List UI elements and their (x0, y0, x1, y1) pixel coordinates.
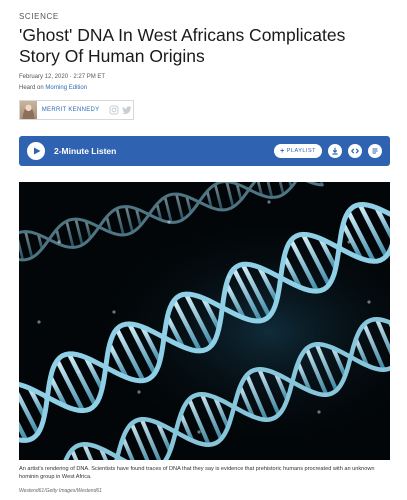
transcript-button[interactable] (368, 144, 382, 158)
heard-on-prefix: Heard on (19, 85, 44, 91)
transcript-icon (372, 148, 378, 154)
play-button[interactable] (27, 142, 45, 160)
playlist-label: Playlist (286, 148, 316, 154)
audio-player: 2-Minute Listen + Playlist (19, 136, 390, 166)
listen-label: 2-Minute Listen (54, 146, 117, 156)
image-credit: Westend61/Getty Images/Westend61 (19, 488, 102, 494)
embed-button[interactable] (348, 144, 362, 158)
add-to-playlist-button[interactable]: + Playlist (274, 144, 322, 158)
download-icon (332, 147, 338, 155)
plus-icon: + (280, 147, 285, 155)
byline: Merrit Kennedy (19, 100, 134, 120)
program-link[interactable]: Morning Edition (45, 85, 87, 91)
twitter-icon[interactable] (122, 104, 133, 116)
instagram-icon[interactable] (109, 104, 120, 116)
dna-helix-illustration (19, 182, 390, 460)
heard-on: Heard on Morning Edition (19, 85, 87, 91)
article-page: Science 'Ghost' DNA In West Africans Com… (0, 0, 407, 500)
avatar[interactable] (20, 101, 37, 119)
page-title: 'Ghost' DNA In West Africans Complicates… (19, 25, 346, 66)
hero-image[interactable] (19, 182, 390, 460)
download-button[interactable] (328, 144, 342, 158)
author-link[interactable]: Merrit Kennedy (42, 107, 107, 113)
section-label[interactable]: Science (19, 12, 59, 21)
dateline: February 12, 2020 · 2:27 PM ET (19, 74, 106, 80)
embed-icon (351, 148, 359, 154)
play-icon (33, 147, 40, 155)
image-caption: An artist's rendering of DNA. Scientists… (19, 466, 375, 480)
